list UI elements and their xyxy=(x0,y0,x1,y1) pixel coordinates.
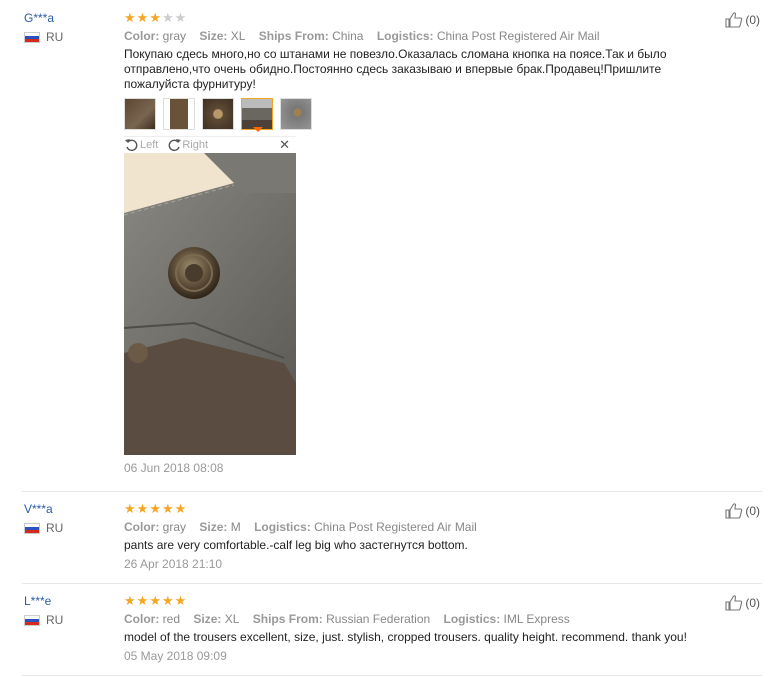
ru-flag-icon xyxy=(24,31,40,43)
photo-thumbnails xyxy=(124,98,724,132)
color-value: gray xyxy=(162,520,187,534)
reviewer-name[interactable]: G***a xyxy=(24,11,63,25)
color-label: Color: xyxy=(124,612,160,626)
ru-flag-icon xyxy=(24,522,40,534)
country-code: RU xyxy=(46,613,64,627)
photo-thumbnail[interactable] xyxy=(163,98,195,130)
size-label: Size: xyxy=(199,29,228,43)
review-date: 26 Apr 2018 21:10 xyxy=(124,557,223,571)
helpful-count: (0) xyxy=(745,596,760,610)
photo-thumbnail[interactable] xyxy=(124,98,156,130)
star-empty-icon: ★ xyxy=(174,10,187,25)
star-filled-icon: ★ xyxy=(124,593,136,608)
review-text: pants are very comfortable.-calf leg big… xyxy=(124,538,468,552)
photo-viewer-toolbar: Left Right ✕ xyxy=(124,136,296,153)
size-value: XL xyxy=(230,29,246,43)
star-filled-icon: ★ xyxy=(136,10,149,25)
star-rating: ★ ★ ★ ★ ★ xyxy=(124,594,724,608)
review-text: Покупаю сдесь много,но со штанами не пов… xyxy=(124,47,667,91)
review-content: ★ ★ ★ ★ ★ Color: gray Size: M Logistics: Chi… xyxy=(124,502,724,571)
rotate-right-label: Right xyxy=(182,139,209,151)
ships-from-label: Ships From: xyxy=(258,29,329,43)
logistics-label: Logistics: xyxy=(376,29,434,43)
photo-viewer: Left Right ✕ xyxy=(124,136,296,455)
review-text: model of the trousers excellent, size, j… xyxy=(124,630,687,644)
reviewer-info: L***e RU xyxy=(24,594,63,627)
star-filled-icon: ★ xyxy=(161,501,174,516)
ru-flag-icon xyxy=(24,614,40,626)
country-code: RU xyxy=(46,30,64,44)
star-filled-icon: ★ xyxy=(174,501,187,516)
rotate-right-button[interactable]: Right xyxy=(166,138,208,152)
review-divider xyxy=(22,675,762,676)
color-label: Color: xyxy=(124,520,160,534)
reviewer-country: RU xyxy=(24,613,63,627)
helpful-button[interactable]: (0) xyxy=(725,12,760,28)
star-filled-icon: ★ xyxy=(124,501,136,516)
color-value: gray xyxy=(162,29,187,43)
star-filled-icon: ★ xyxy=(124,10,136,25)
logistics-label: Logistics: xyxy=(443,612,501,626)
review-meta: Color: gray Size: M Logistics: China Pos… xyxy=(124,519,724,535)
close-viewer-button[interactable]: ✕ xyxy=(279,137,290,153)
review-date: 05 May 2018 09:09 xyxy=(124,649,227,663)
photo-thumbnail[interactable] xyxy=(202,98,234,130)
rotate-right-icon xyxy=(169,139,182,152)
star-filled-icon: ★ xyxy=(149,10,161,25)
helpful-count: (0) xyxy=(745,504,760,518)
size-label: Size: xyxy=(193,612,222,626)
logistics-value: China Post Registered Air Mail xyxy=(314,520,477,534)
size-value: M xyxy=(230,520,241,534)
reviewer-country: RU xyxy=(24,521,63,535)
reviewer-name[interactable]: V***a xyxy=(24,502,63,516)
rotate-left-icon xyxy=(125,139,138,152)
star-filled-icon: ★ xyxy=(136,593,149,608)
review-divider xyxy=(22,583,762,584)
thumbs-up-icon xyxy=(725,595,743,611)
rotate-left-button[interactable]: Left xyxy=(124,138,158,152)
reviewer-info: V***a RU xyxy=(24,502,63,535)
logistics-label: Logistics: xyxy=(254,520,311,534)
star-filled-icon: ★ xyxy=(149,593,161,608)
thumbs-up-icon xyxy=(725,12,743,28)
ships-from-value: China xyxy=(332,29,364,43)
star-rating: ★ ★ ★ ★ ★ xyxy=(124,11,724,25)
review-content: ★ ★ ★ ★ ★ Color: red Size: XL Ships From: Ru… xyxy=(124,594,724,663)
helpful-button[interactable]: (0) xyxy=(725,503,760,519)
helpful-count: (0) xyxy=(745,13,760,27)
rotate-left-label: Left xyxy=(140,139,159,151)
star-filled-icon: ★ xyxy=(149,501,161,516)
star-filled-icon: ★ xyxy=(136,501,149,516)
color-value: red xyxy=(162,612,181,626)
ships-from-label: Ships From: xyxy=(252,612,323,626)
logistics-value: IML Express xyxy=(503,612,570,626)
star-filled-icon: ★ xyxy=(174,593,187,608)
star-rating: ★ ★ ★ ★ ★ xyxy=(124,502,724,516)
reviewer-country: RU xyxy=(24,30,63,44)
logistics-value: China Post Registered Air Mail xyxy=(436,29,600,43)
size-label: Size: xyxy=(199,520,228,534)
review-photo xyxy=(124,153,296,455)
review-date: 06 Jun 2018 08:08 xyxy=(124,461,224,475)
country-code: RU xyxy=(46,521,64,535)
star-filled-icon: ★ xyxy=(161,593,174,608)
photo-thumbnail[interactable] xyxy=(280,98,312,130)
review-divider xyxy=(22,491,762,492)
review-meta: Color: red Size: XL Ships From: Russian … xyxy=(124,611,724,627)
size-value: XL xyxy=(224,612,240,626)
thumbs-up-icon xyxy=(725,503,743,519)
review-meta: Color: gray Size: XL Ships From: China L… xyxy=(124,28,724,44)
reviewer-name[interactable]: L***e xyxy=(24,594,63,608)
color-label: Color: xyxy=(124,29,160,43)
ships-from-value: Russian Federation xyxy=(326,612,431,626)
helpful-button[interactable]: (0) xyxy=(725,595,760,611)
star-empty-icon: ★ xyxy=(161,10,174,25)
review-photo-image xyxy=(124,153,296,455)
photo-thumbnail-active[interactable] xyxy=(241,98,273,132)
review-content: ★ ★ ★ ★ ★ Color: gray Size: XL Ships From: C… xyxy=(124,11,724,475)
reviewer-info: G***a RU xyxy=(24,11,63,44)
